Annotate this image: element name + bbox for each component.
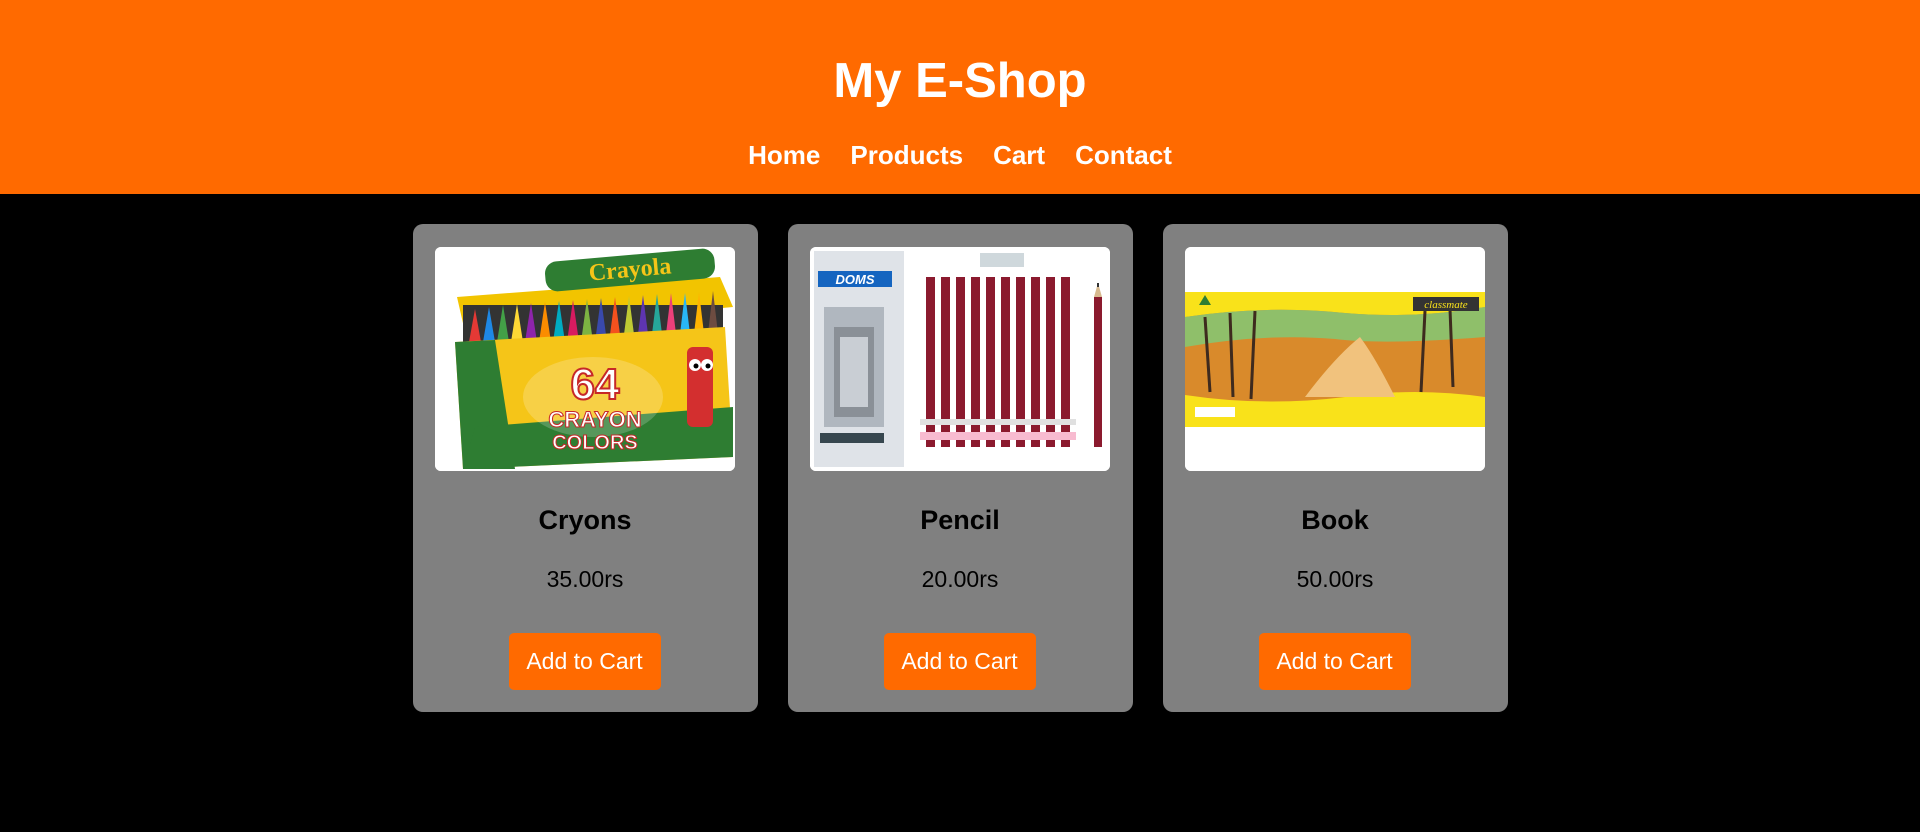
site-header: My E-Shop Home Products Cart Contact [0, 0, 1920, 194]
crayon-line1-text: CRAYON [548, 407, 641, 432]
doms-logo-text: DOMS [835, 272, 874, 287]
product-grid: Crayola 64 CRAYON COLORS Cryons 35.00rs … [0, 224, 1920, 712]
crayon-line2-text: COLORS [552, 432, 638, 454]
nav-products-link[interactable]: Products [850, 138, 963, 172]
add-to-cart-button[interactable]: Add to Cart [508, 633, 661, 690]
site-title: My E-Shop [833, 54, 1087, 108]
product-price: 50.00rs [1296, 566, 1374, 592]
crayon-count-text: 64 [570, 360, 619, 409]
nav-home-link[interactable]: Home [748, 138, 820, 172]
product-image-book[interactable]: classmate [1184, 247, 1485, 471]
main-nav: Home Products Cart Contact [0, 138, 1920, 172]
product-name: Cryons [538, 505, 632, 535]
add-to-cart-button[interactable]: Add to Cart [1258, 633, 1411, 690]
product-name: Book [1301, 505, 1369, 535]
product-price: 35.00rs [546, 566, 624, 592]
product-image-crayons[interactable]: Crayola 64 CRAYON COLORS [434, 247, 735, 471]
nav-cart-link[interactable]: Cart [993, 138, 1045, 172]
product-card: Crayola 64 CRAYON COLORS Cryons 35.00rs … [412, 224, 758, 712]
product-name: Pencil [920, 505, 1000, 535]
product-card: classmate Book 50.00rs Add to Cart [1162, 224, 1508, 712]
product-image-pencil[interactable]: DOMS [809, 247, 1110, 471]
product-card: DOMS Pencil 20.00rs Add to Cart [787, 224, 1133, 712]
classmate-logo-text: classmate [1424, 299, 1468, 311]
product-price: 20.00rs [921, 566, 999, 592]
nav-contact-link[interactable]: Contact [1075, 138, 1172, 172]
add-to-cart-button[interactable]: Add to Cart [883, 633, 1036, 690]
